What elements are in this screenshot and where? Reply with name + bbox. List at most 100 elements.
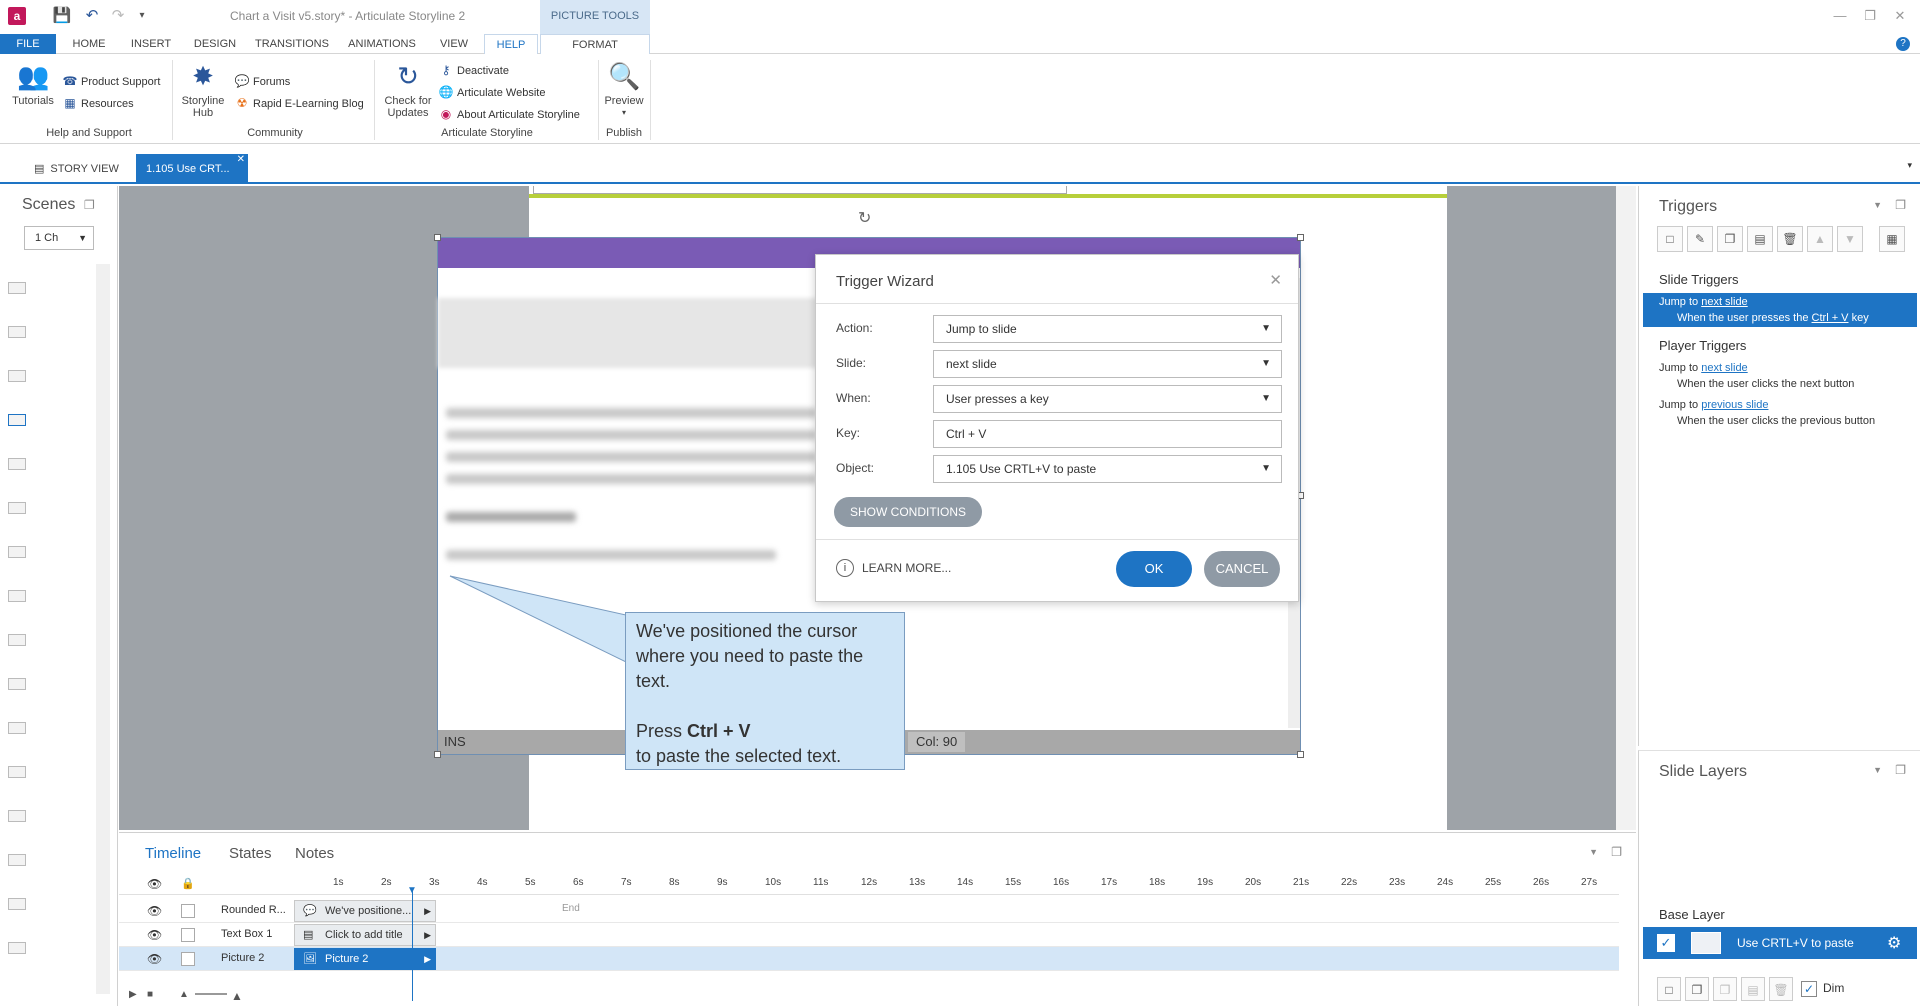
slide-thumbnail[interactable] (8, 326, 26, 338)
cancel-button[interactable]: CANCEL (1204, 551, 1280, 587)
help-icon[interactable]: ? (1896, 37, 1910, 51)
redo-icon[interactable]: ↷ (108, 6, 128, 26)
tab-slide[interactable]: 1.105 Use CRT... ✕ (136, 154, 248, 184)
action-select[interactable]: Jump to slide ▼ (933, 315, 1282, 343)
tab-insert[interactable]: INSERT (124, 34, 178, 54)
tab-format[interactable]: FORMAT (540, 34, 650, 55)
paste-trigger-icon[interactable]: ▤ (1747, 226, 1773, 252)
save-icon[interactable]: 💾 (52, 6, 72, 26)
timeline-row[interactable]: 👁 Text Box 1 ▤ Click to add title ▶ (119, 923, 1619, 947)
slide-thumbnail[interactable] (8, 282, 26, 294)
forums-button[interactable]: 💬 Forums (234, 72, 291, 90)
rotate-handle-icon[interactable]: ↻ (858, 208, 871, 228)
panel-menu-icon[interactable]: ▼ (1589, 847, 1598, 857)
resize-handle[interactable] (1297, 234, 1304, 241)
duplicate-layer-icon[interactable]: ❐ (1685, 977, 1709, 1001)
move-down-icon[interactable]: ▼ (1837, 226, 1863, 252)
ok-button[interactable]: OK (1116, 551, 1192, 587)
timeline-row[interactable]: 👁 Rounded R... 💬 We've positione... ▶ (119, 899, 1619, 923)
tab-help[interactable]: HELP (484, 34, 538, 55)
check-updates-button[interactable]: ↻ Check for Updates (380, 60, 436, 119)
tab-file[interactable]: FILE (0, 34, 56, 54)
lock-checkbox[interactable] (181, 952, 195, 966)
canvas-scrollbar[interactable] (1616, 186, 1636, 830)
panel-menu-icon[interactable]: ▼ (1873, 200, 1882, 210)
blog-button[interactable]: ☢ Rapid E-Learning Blog (234, 94, 364, 112)
trigger-target-link[interactable]: previous slide (1701, 399, 1768, 411)
lock-icon[interactable]: 🔒 (181, 877, 195, 890)
paste-layer-icon[interactable]: ▤ (1741, 977, 1765, 1001)
tab-transitions[interactable]: TRANSITIONS (252, 34, 332, 54)
restore-icon[interactable]: ❐ (1856, 8, 1884, 24)
trigger-target-link[interactable]: next slide (1701, 362, 1747, 374)
customize-toolbar-icon[interactable]: ▾ (132, 6, 152, 26)
slide-thumbnail[interactable] (8, 678, 26, 690)
gear-icon[interactable]: ⚙ (1887, 933, 1901, 953)
resources-button[interactable]: ▦ Resources (62, 94, 133, 112)
slide-thumbnail[interactable] (8, 766, 26, 778)
show-conditions-button[interactable]: SHOW CONDITIONS (834, 497, 982, 527)
tutorials-button[interactable]: 👥 Tutorials (8, 60, 58, 107)
preview-dropdown-icon[interactable]: ▾ (602, 107, 646, 119)
website-button[interactable]: 🌐 Articulate Website (438, 83, 546, 101)
tab-states[interactable]: States (229, 845, 272, 862)
timeline-row[interactable]: 👁 Picture 2 🖼 Picture 2 ▶ (119, 947, 1619, 971)
close-icon[interactable]: ✕ (1886, 8, 1914, 24)
tab-design[interactable]: DESIGN (188, 34, 242, 54)
new-layer-icon[interactable]: □ (1657, 977, 1681, 1001)
zoom-slider[interactable] (195, 993, 227, 995)
slide-thumbnail[interactable] (8, 590, 26, 602)
close-icon[interactable]: ✕ (1269, 271, 1282, 289)
slide-thumbnail[interactable] (8, 370, 26, 382)
tab-timeline[interactable]: Timeline (145, 845, 201, 862)
panel-undock-icon[interactable]: ❐ (1611, 845, 1622, 859)
trigger-item[interactable]: Jump to previous slide When the user cli… (1643, 397, 1917, 429)
close-tab-icon[interactable]: ✕ (237, 145, 245, 175)
slide-thumbnail[interactable] (8, 854, 26, 866)
key-input[interactable]: Ctrl + V (933, 420, 1282, 448)
scene-select[interactable]: 1 Ch ▼ (24, 226, 94, 250)
deactivate-button[interactable]: ⚷ Deactivate (438, 61, 509, 79)
timeline-object-bar[interactable]: 💬 We've positione... ▶ (294, 900, 436, 922)
storyline-hub-button[interactable]: ✸ Storyline Hub (178, 60, 228, 119)
slide-thumbnail[interactable] (8, 722, 26, 734)
eye-icon[interactable]: 👁 (147, 904, 162, 918)
dim-checkbox[interactable]: ✓ (1801, 981, 1817, 997)
eye-icon[interactable]: 👁 (147, 952, 162, 966)
slide-thumbnail[interactable] (8, 898, 26, 910)
timeline-object-bar[interactable]: ▤ Click to add title ▶ (294, 924, 436, 946)
delete-trigger-icon[interactable]: 🗑 (1777, 226, 1803, 252)
tab-animations[interactable]: ANIMATIONS (342, 34, 422, 54)
object-select[interactable]: 1.105 Use CRTL+V to paste ▼ (933, 455, 1282, 483)
scenes-scrollbar[interactable] (96, 264, 110, 994)
panel-undock-icon[interactable]: ❐ (1895, 198, 1906, 212)
learn-more-link[interactable]: i LEARN MORE... (836, 559, 951, 577)
slide-thumbnail[interactable] (8, 502, 26, 514)
slide-thumbnail[interactable] (8, 810, 26, 822)
slide-thumbnail[interactable] (8, 942, 26, 954)
stop-icon[interactable]: ■ (147, 989, 153, 1000)
trigger-key-link[interactable]: Ctrl + V (1812, 312, 1849, 324)
callout-shape[interactable]: We've positioned the cursor where you ne… (625, 612, 905, 770)
checkbox-checked-icon[interactable]: ✓ (1657, 934, 1675, 952)
minimize-icon[interactable]: — (1826, 8, 1854, 24)
tab-story-view[interactable]: ▤ STORY VIEW (28, 156, 125, 182)
zoom-out-icon[interactable]: ▲ (179, 989, 189, 1000)
eye-icon[interactable]: 👁 (147, 928, 162, 942)
panel-undock-icon[interactable]: ❐ (1895, 763, 1906, 777)
zoom-in-icon[interactable]: ▲ (231, 989, 243, 1003)
slide-thumbnail[interactable] (8, 634, 26, 646)
new-trigger-icon[interactable]: □ (1657, 226, 1683, 252)
resize-handle[interactable] (434, 234, 441, 241)
panel-menu-icon[interactable]: ▼ (1873, 765, 1882, 775)
play-icon[interactable]: ▶ (129, 989, 137, 1000)
lock-checkbox[interactable] (181, 928, 195, 942)
undo-icon[interactable]: ↶ (82, 6, 102, 26)
eye-icon[interactable]: 👁 (147, 877, 162, 891)
tab-home[interactable]: HOME (64, 34, 114, 54)
slide-thumbnail[interactable] (8, 414, 26, 426)
tab-notes[interactable]: Notes (295, 845, 334, 862)
timeline-object-bar[interactable]: 🖼 Picture 2 ▶ (294, 948, 436, 970)
panel-undock-icon[interactable]: ❐ (84, 198, 95, 212)
resize-handle[interactable] (1297, 751, 1304, 758)
